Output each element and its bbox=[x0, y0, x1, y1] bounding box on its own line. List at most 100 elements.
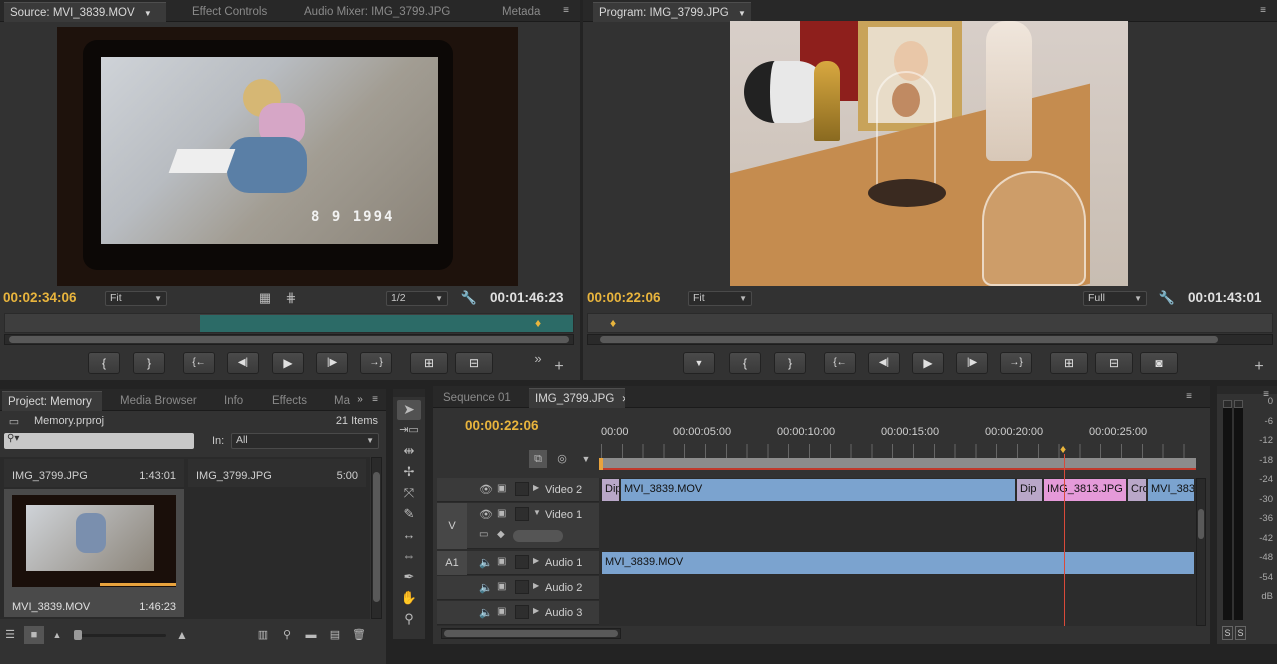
timeline-ruler[interactable]: 00:00 00:00:05:00 00:00:10:00 00:00:15:0… bbox=[599, 424, 1196, 472]
export-frame-button[interactable]: ◙ bbox=[1140, 352, 1178, 374]
keyframe-icon[interactable]: ◆ bbox=[497, 529, 505, 540]
track-select-tool-icon[interactable]: ⇥▭ bbox=[397, 421, 421, 439]
more-icon[interactable]: » bbox=[354, 391, 366, 409]
close-icon[interactable]: ✕ bbox=[621, 394, 625, 404]
filmstrip-icon[interactable]: ▦ bbox=[256, 289, 274, 307]
expand-track-icon[interactable]: ▶ bbox=[533, 581, 539, 590]
collapse-track-icon[interactable]: ▼ bbox=[533, 508, 541, 517]
new-item-icon[interactable]: ▤ bbox=[326, 626, 344, 644]
insert-button[interactable]: ⊞ bbox=[410, 352, 448, 374]
expand-track-icon[interactable]: ▶ bbox=[533, 483, 539, 492]
extract-button[interactable]: ⊟ bbox=[1095, 352, 1133, 374]
tab-media-browser[interactable]: Media Browser bbox=[114, 391, 206, 411]
program-current-timecode[interactable]: 00:00:22:06 bbox=[587, 290, 661, 305]
automate-to-sequence-icon[interactable]: ▥ bbox=[254, 626, 272, 644]
rate-stretch-tool-icon[interactable]: ⤧ bbox=[397, 484, 421, 502]
tab-audio-mixer[interactable]: Audio Mixer: IMG_3799.JPG bbox=[298, 2, 474, 22]
track-lock-icon[interactable] bbox=[515, 507, 529, 521]
go-to-out-button[interactable]: →} bbox=[360, 352, 392, 374]
icon-view-icon[interactable]: ■ bbox=[24, 626, 44, 644]
tab-metadata[interactable]: Metada bbox=[496, 2, 546, 22]
program-resolution-select[interactable]: Full ▼ bbox=[1083, 291, 1147, 306]
clip-audio-mvi-3839[interactable]: MVI_3839.MOV bbox=[601, 551, 1195, 575]
source-zoom-select[interactable]: Fit ▼ bbox=[105, 291, 167, 306]
find-icon[interactable]: ⚲ bbox=[278, 626, 296, 644]
timeline-vertical-scrollbar[interactable] bbox=[1196, 478, 1206, 626]
sync-lock-icon[interactable]: ▣ bbox=[497, 606, 506, 617]
scroll-thumb[interactable] bbox=[9, 336, 569, 343]
timeline-horizontal-scrollbar[interactable] bbox=[441, 628, 621, 639]
track-lock-icon[interactable] bbox=[515, 555, 529, 569]
go-to-in-button[interactable]: {← bbox=[183, 352, 215, 374]
zoom-in-icon[interactable]: ▲ bbox=[172, 626, 192, 644]
clip-img-3813[interactable]: IMG_3813.JPG bbox=[1043, 478, 1127, 502]
list-item-selected[interactable]: MVI_3839.MOV 1:46:23 bbox=[4, 489, 184, 617]
list-item[interactable]: IMG_3799.JPG 1:43:01 bbox=[4, 459, 184, 487]
marker-icon[interactable]: ▼ bbox=[579, 450, 593, 468]
go-to-out-button[interactable]: →} bbox=[1000, 352, 1032, 374]
panel-menu-icon[interactable]: ≡ bbox=[1179, 388, 1199, 406]
program-zoom-select[interactable]: Fit ▼ bbox=[688, 291, 752, 306]
tab-source[interactable]: Source: MVI_3839.MOV ▼ bbox=[4, 2, 166, 22]
playhead-marker-icon[interactable]: ♦ bbox=[535, 316, 541, 330]
search-input[interactable]: ⚲▾ bbox=[4, 433, 194, 449]
wrench-icon[interactable]: 🔧 bbox=[1158, 289, 1176, 307]
timeline-timecode[interactable]: 00:00:22:06 bbox=[465, 418, 539, 433]
in-filter-select[interactable]: All ▼ bbox=[231, 433, 379, 449]
playhead-marker-icon[interactable]: ♦ bbox=[610, 316, 616, 330]
thumbnail-size-slider[interactable] bbox=[74, 630, 166, 640]
scroll-thumb[interactable] bbox=[373, 472, 380, 602]
speaker-icon[interactable]: 🔈 bbox=[479, 556, 493, 569]
clip-mvi-3839[interactable]: MVI_3839.MOV bbox=[620, 478, 1016, 502]
source-zoom-scrollbar[interactable] bbox=[4, 334, 574, 345]
mark-in-button[interactable]: { bbox=[729, 352, 761, 374]
tab-info[interactable]: Info bbox=[218, 391, 252, 411]
mark-out-button[interactable]: } bbox=[133, 352, 165, 374]
panel-menu-icon[interactable]: ≡ bbox=[556, 2, 576, 20]
scroll-thumb[interactable] bbox=[444, 630, 618, 637]
add-marker-icon[interactable]: ◎ bbox=[553, 450, 571, 468]
trash-icon[interactable]: 🗑 bbox=[350, 626, 368, 644]
step-forward-button[interactable]: |▶ bbox=[956, 352, 988, 374]
ripple-edit-tool-icon[interactable]: ⇹ bbox=[397, 442, 421, 460]
keyframe-nav[interactable] bbox=[513, 530, 563, 542]
step-back-button[interactable]: ◀| bbox=[868, 352, 900, 374]
transition-dip[interactable]: Dip bbox=[1016, 478, 1043, 502]
sync-lock-icon[interactable]: ▣ bbox=[497, 581, 506, 592]
add-button-icon[interactable]: + bbox=[1251, 358, 1267, 376]
track-target-a1[interactable]: A1 bbox=[437, 551, 467, 575]
panel-menu-icon[interactable]: ≡ bbox=[366, 391, 384, 409]
source-time-ruler[interactable]: ♦ bbox=[4, 313, 574, 333]
zoom-out-icon[interactable]: ▲ bbox=[50, 626, 64, 644]
tab-effect-controls[interactable]: Effect Controls bbox=[186, 2, 286, 22]
source-current-timecode[interactable]: 00:02:34:06 bbox=[3, 290, 77, 305]
list-view-icon[interactable]: ☰ bbox=[2, 626, 18, 644]
slip-tool-icon[interactable]: ↔ bbox=[397, 526, 421, 544]
wrench-icon[interactable]: 🔧 bbox=[460, 289, 478, 307]
track-lock-icon[interactable] bbox=[515, 580, 529, 594]
more-icon[interactable]: » bbox=[531, 350, 545, 368]
scroll-thumb[interactable] bbox=[1198, 509, 1204, 539]
pen-tool-icon[interactable]: ✒ bbox=[397, 568, 421, 586]
add-marker-button[interactable]: ▼ bbox=[683, 352, 715, 374]
scroll-thumb[interactable] bbox=[600, 336, 1218, 343]
slider-handle[interactable] bbox=[74, 630, 82, 640]
razor-tool-icon[interactable]: ✎ bbox=[397, 505, 421, 523]
eye-icon[interactable]: 👁 bbox=[479, 483, 493, 496]
new-bin-icon[interactable]: ▬ bbox=[302, 626, 320, 644]
go-to-in-button[interactable]: {← bbox=[824, 352, 856, 374]
add-button-icon[interactable]: + bbox=[551, 358, 567, 376]
tab-img-3799[interactable]: IMG_3799.JPG ✕ bbox=[529, 388, 625, 408]
display-style-icon[interactable]: ▭ bbox=[479, 529, 488, 540]
tab-sequence-01[interactable]: Sequence 01 bbox=[437, 388, 521, 408]
work-area-bar[interactable] bbox=[599, 458, 1196, 470]
zoom-tool-icon[interactable]: ⚲ bbox=[397, 610, 421, 628]
sync-lock-icon[interactable]: ▣ bbox=[497, 508, 506, 519]
panel-menu-icon[interactable]: ≡ bbox=[1253, 2, 1273, 20]
step-back-button[interactable]: ◀| bbox=[227, 352, 259, 374]
play-button[interactable]: ▶ bbox=[912, 352, 944, 374]
rolling-edit-tool-icon[interactable]: ✢ bbox=[397, 463, 421, 481]
play-button[interactable]: ▶ bbox=[272, 352, 304, 374]
expand-track-icon[interactable]: ▶ bbox=[533, 606, 539, 615]
solo-right-button[interactable]: S bbox=[1235, 626, 1246, 640]
